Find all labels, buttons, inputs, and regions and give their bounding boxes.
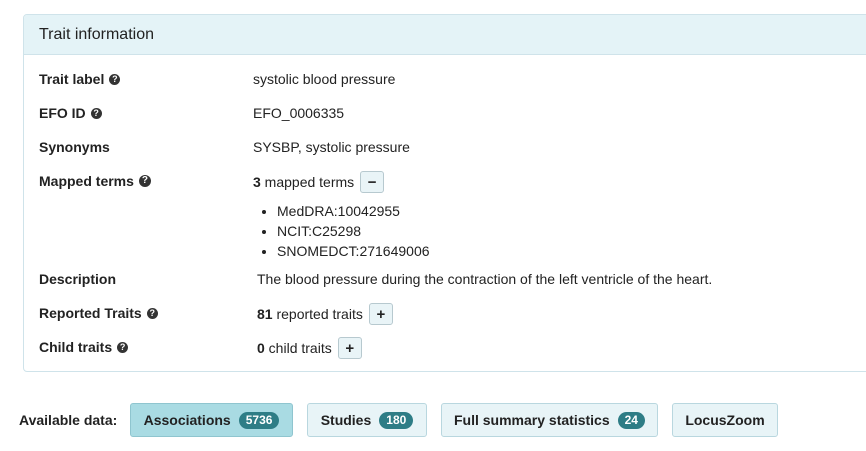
- mapped-terms-suffix: mapped terms: [260, 174, 355, 190]
- child-traits-count: 0: [257, 340, 265, 356]
- associations-button[interactable]: Associations 5736: [130, 403, 293, 437]
- mapped-terms-row: Mapped terms ? 3 mapped terms − MedDRA:1…: [39, 171, 866, 261]
- efo-id-text: EFO ID: [39, 105, 86, 121]
- reported-traits-suffix: reported traits: [272, 306, 363, 322]
- available-data-label: Available data:: [19, 412, 118, 428]
- list-item: SNOMEDCT:271649006: [277, 241, 430, 261]
- help-icon[interactable]: ?: [109, 73, 121, 85]
- help-icon[interactable]: ?: [117, 341, 129, 353]
- efo-id-value: EFO_0006335: [253, 105, 345, 121]
- child-traits-suffix: child traits: [264, 340, 332, 356]
- list-item: MedDRA:10042955: [277, 201, 430, 221]
- reported-traits-label: Reported Traits ?: [39, 305, 158, 321]
- description-label: Description: [39, 271, 116, 287]
- synonyms-value: SYSBP, systolic pressure: [253, 139, 410, 155]
- reported-traits-value: 81 reported traits +: [257, 303, 393, 325]
- collapse-mapped-terms-button[interactable]: −: [360, 171, 385, 193]
- trait-information-panel: Trait information Trait label ? systolic…: [23, 14, 866, 372]
- mapped-terms-list: MedDRA:10042955 NCIT:C25298 SNOMEDCT:271…: [253, 201, 430, 261]
- full-summary-statistics-button[interactable]: Full summary statistics 24: [441, 403, 658, 437]
- reported-traits-text: Reported Traits: [39, 305, 142, 321]
- mapped-terms-value: 3 mapped terms −: [253, 171, 385, 193]
- studies-label: Studies: [320, 412, 372, 428]
- mapped-terms-text: Mapped terms: [39, 173, 134, 189]
- expand-child-traits-button[interactable]: +: [337, 337, 362, 359]
- locuszoom-button[interactable]: LocusZoom: [672, 403, 778, 437]
- panel-title: Trait information: [24, 15, 866, 55]
- description-value: The blood pressure during the contractio…: [257, 271, 713, 287]
- child-traits-label: Child traits ?: [39, 339, 129, 355]
- help-icon[interactable]: ?: [146, 307, 158, 319]
- locuszoom-label: LocusZoom: [685, 412, 765, 428]
- trait-label-value: systolic blood pressure: [253, 71, 396, 87]
- trait-label-text: Trait label: [39, 71, 105, 87]
- help-icon[interactable]: ?: [138, 175, 151, 187]
- associations-label: Associations: [143, 412, 231, 428]
- associations-count-badge: 5736: [238, 411, 280, 429]
- trait-label-label: Trait label ?: [39, 71, 121, 87]
- child-traits-text: Child traits: [39, 339, 113, 355]
- synonyms-text: Synonyms: [39, 139, 110, 155]
- full-summary-statistics-label: Full summary statistics: [454, 412, 610, 428]
- description-text: Description: [39, 271, 117, 287]
- child-traits-value: 0 child traits +: [257, 337, 362, 359]
- full-summary-statistics-count-badge: 24: [617, 411, 645, 429]
- efo-id-label: EFO ID ?: [39, 105, 102, 121]
- mapped-terms-count: 3: [253, 174, 261, 190]
- reported-traits-count: 81: [257, 306, 273, 322]
- studies-count-badge: 180: [379, 411, 414, 429]
- list-item: NCIT:C25298: [277, 221, 430, 241]
- studies-button[interactable]: Studies 180: [307, 403, 427, 437]
- synonyms-label: Synonyms: [39, 139, 110, 155]
- mapped-terms-label: Mapped terms ?: [39, 173, 151, 189]
- help-icon[interactable]: ?: [90, 107, 102, 119]
- expand-reported-traits-button[interactable]: +: [368, 303, 393, 325]
